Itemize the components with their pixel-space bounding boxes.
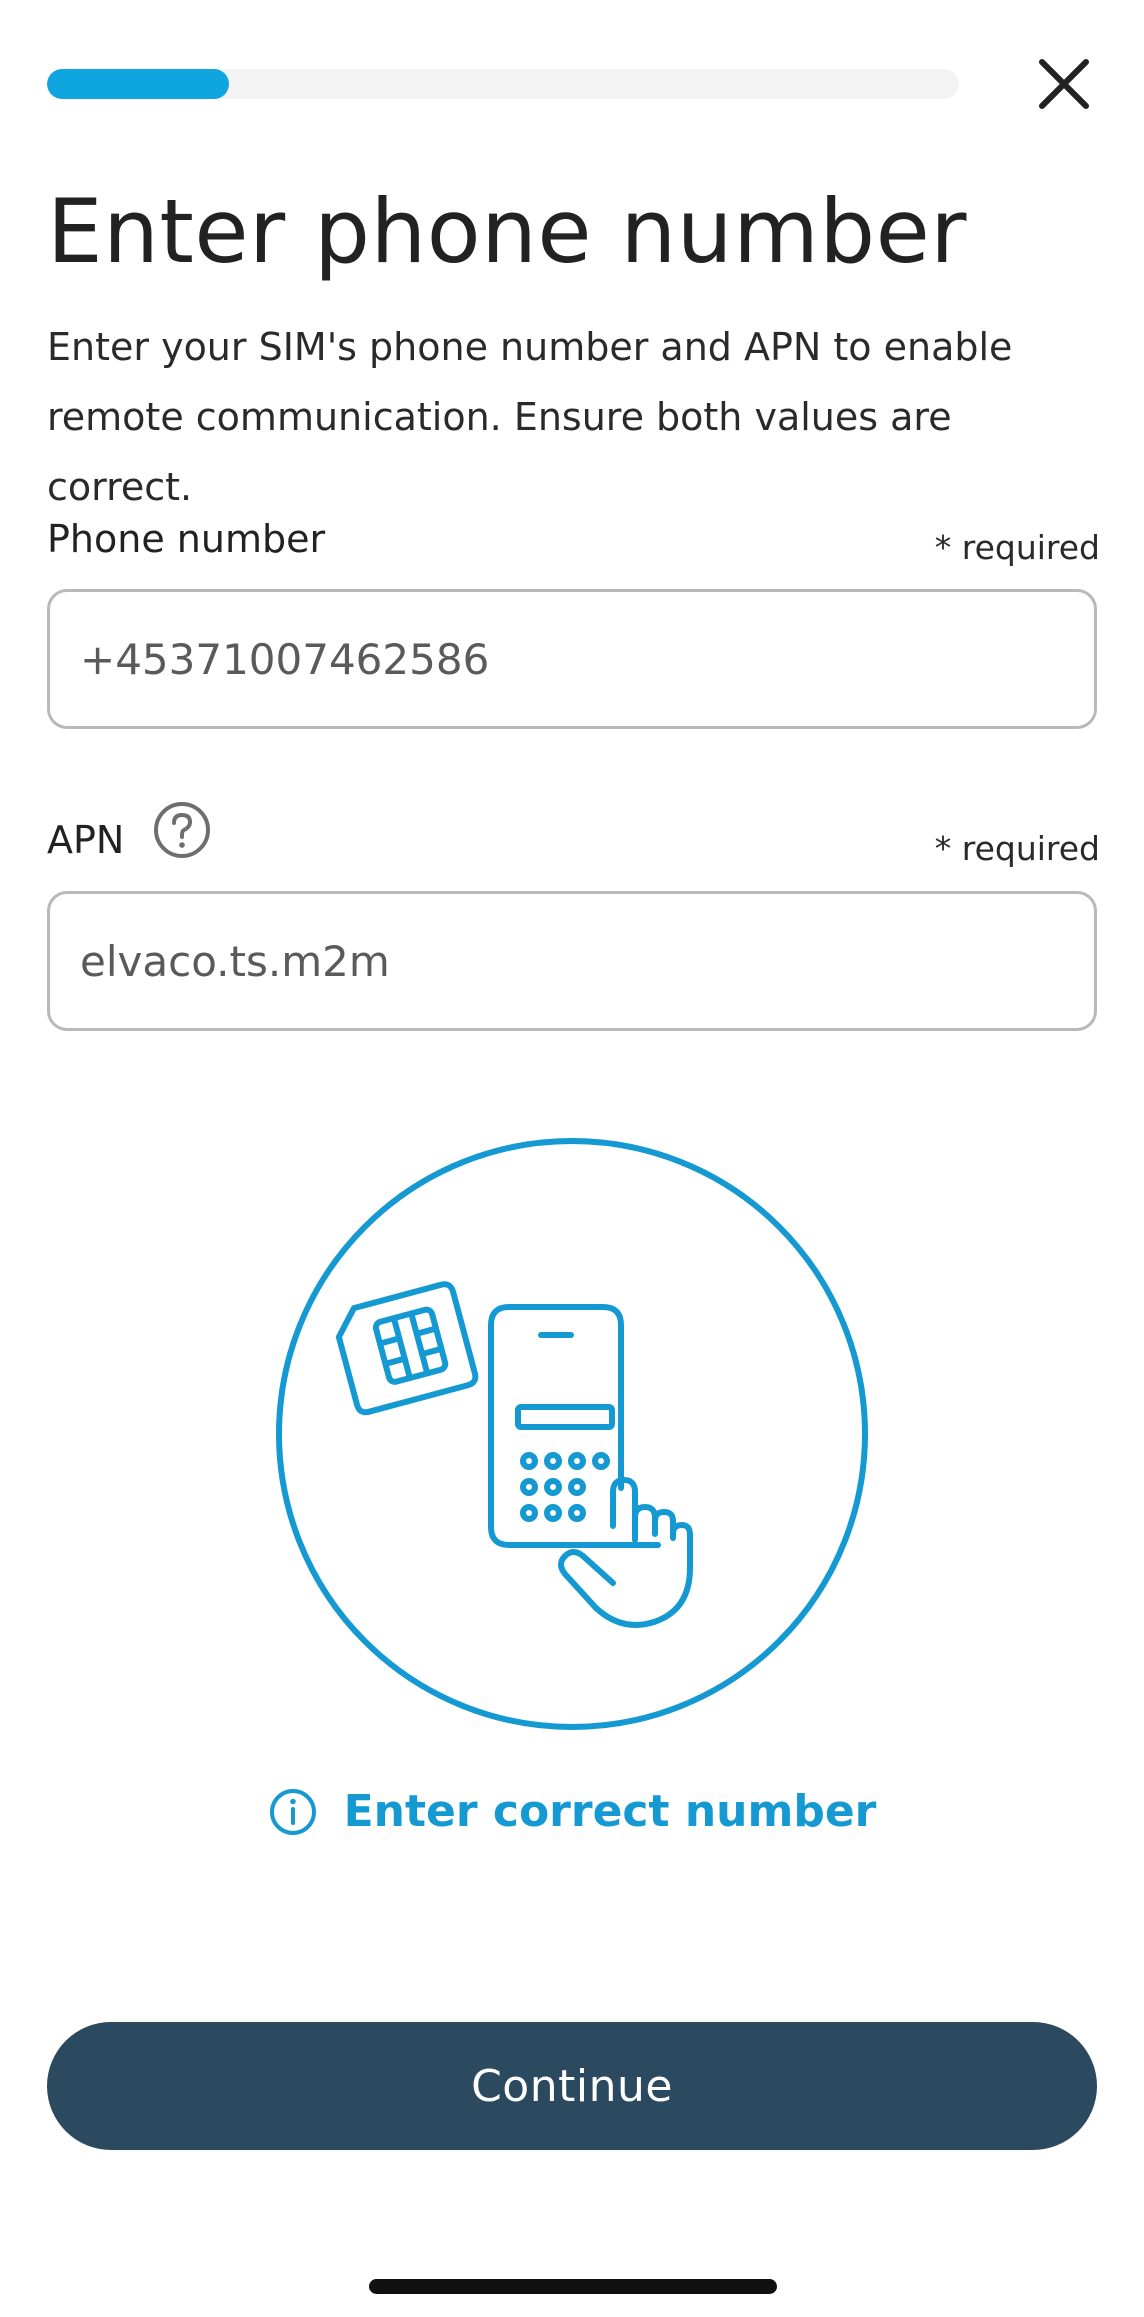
progress-bar-fill xyxy=(47,69,230,99)
phone-required-note: * required xyxy=(934,528,1100,567)
continue-button[interactable]: Continue xyxy=(47,2022,1097,2150)
apn-help-button[interactable] xyxy=(152,800,212,860)
pointing-hand-icon xyxy=(558,1477,693,1628)
phone-number-label: Phone number xyxy=(47,517,326,561)
hint-row: Enter correct number xyxy=(0,1782,1144,1842)
sim-keypad-illustration xyxy=(276,1138,868,1730)
phone-number-input[interactable] xyxy=(47,589,1097,729)
page-description: Enter your SIM's phone number and APN to… xyxy=(47,325,1013,509)
close-icon xyxy=(1039,59,1089,109)
sim-card-icon xyxy=(335,1281,479,1416)
question-circle-icon xyxy=(154,802,210,858)
apn-label: APN xyxy=(47,818,125,862)
close-button[interactable] xyxy=(1036,56,1092,112)
page-title: Enter phone number xyxy=(47,180,967,283)
apn-input[interactable] xyxy=(47,891,1097,1031)
info-icon xyxy=(268,1787,318,1837)
home-indicator xyxy=(369,2279,777,2294)
apn-required-note: * required xyxy=(934,829,1100,868)
progress-bar xyxy=(47,69,959,99)
hint-text: Enter correct number xyxy=(343,1786,877,1837)
